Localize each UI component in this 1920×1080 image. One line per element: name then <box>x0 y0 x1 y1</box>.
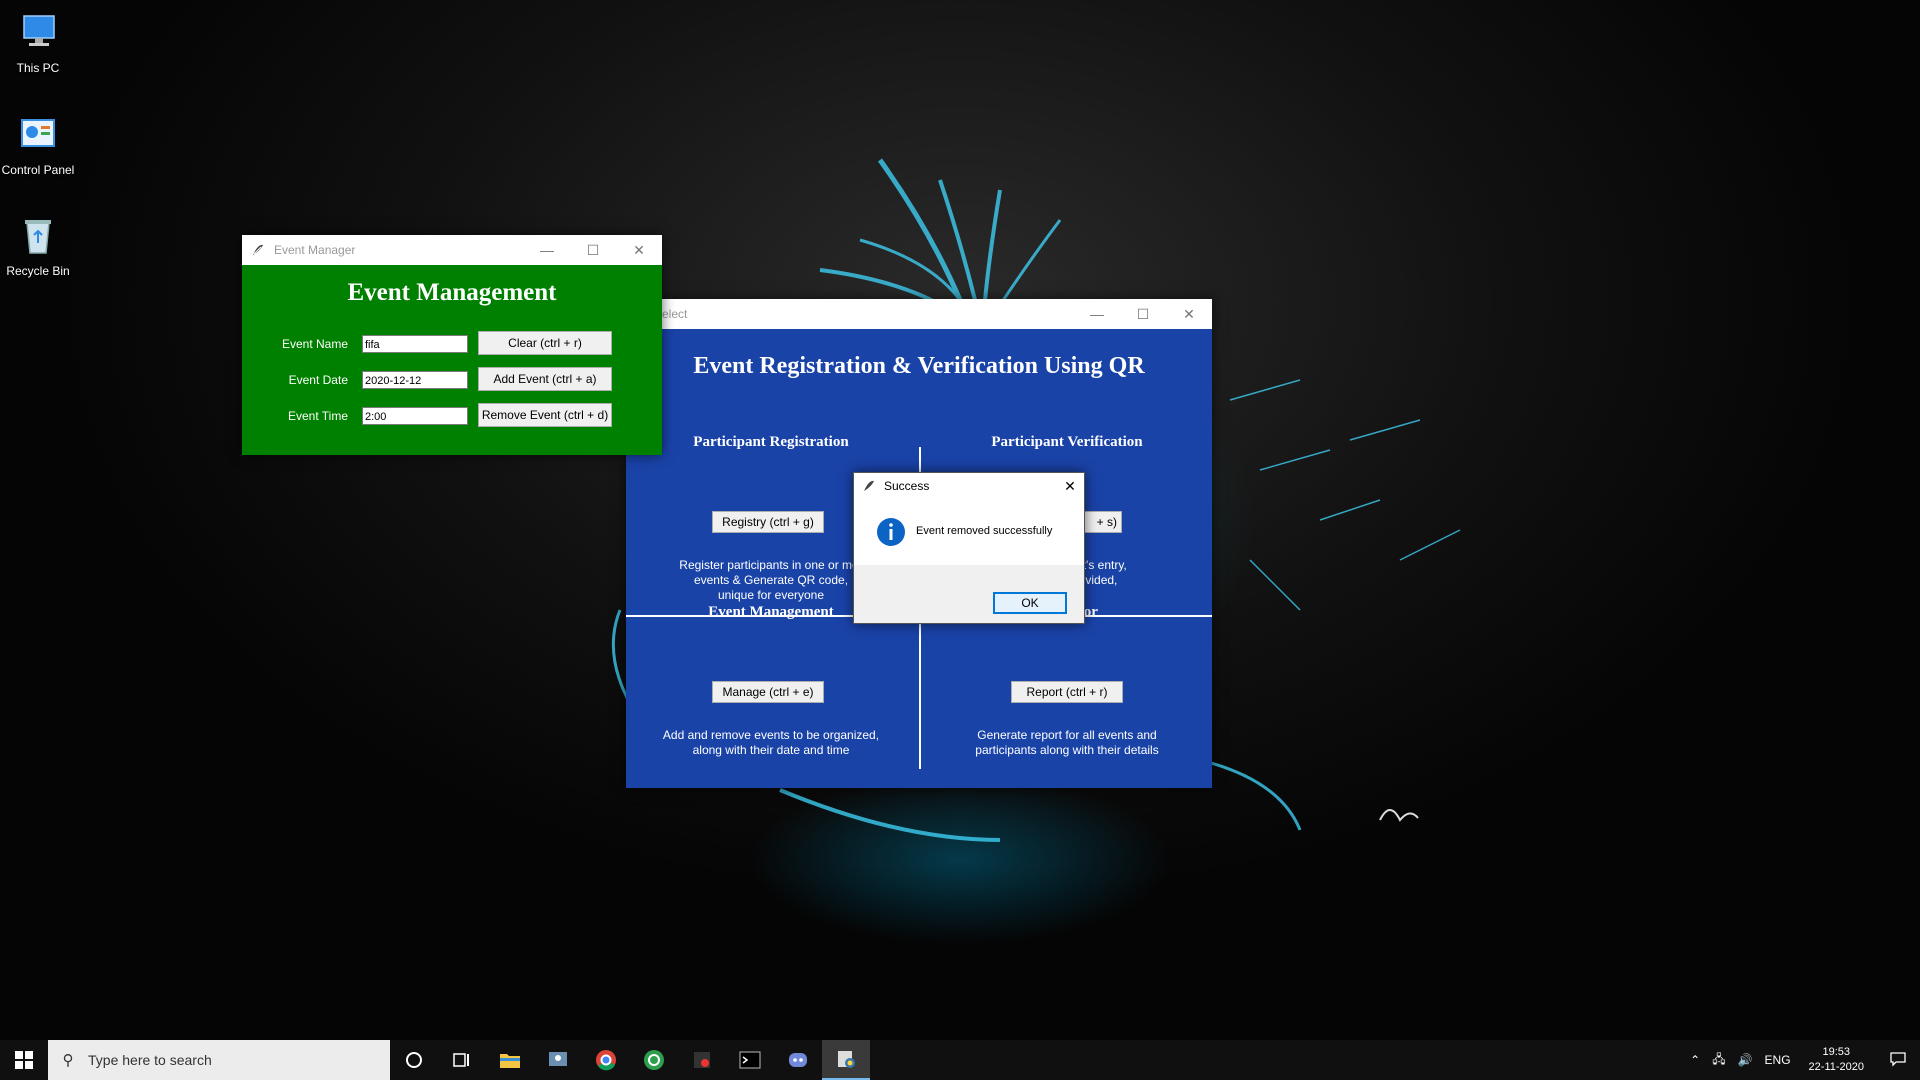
event-time-input[interactable]: 2:00 <box>362 407 468 425</box>
close-button[interactable]: ✕ <box>616 235 662 265</box>
minimize-button[interactable]: — <box>1074 299 1120 329</box>
desktop-icon-this-pc[interactable]: This PC <box>0 10 76 75</box>
clock[interactable]: 19:53 22-11-2020 <box>1797 1045 1876 1075</box>
select-window-titlebar[interactable]: elect — ☐ ✕ <box>626 299 1212 329</box>
discord-icon <box>789 1053 807 1067</box>
event-manager-body: Event Management Event Name fifa Clear (… <box>242 265 662 455</box>
verify-button[interactable]: + s) <box>1084 511 1122 533</box>
notification-icon[interactable] <box>1876 1051 1920 1070</box>
manage-button[interactable]: Manage (ctrl + e) <box>712 681 824 703</box>
event-manager-window: Event Manager — ☐ ✕ Event Management Eve… <box>242 235 662 455</box>
desc-line: along with their date and time <box>692 743 850 757</box>
volume-icon[interactable]: 🔊 <box>1732 1053 1759 1067</box>
clock-time: 19:53 <box>1822 1046 1851 1058</box>
close-button[interactable]: ✕ <box>1056 473 1084 499</box>
taskbar-chrome[interactable] <box>582 1040 630 1080</box>
media-app-icon <box>694 1052 710 1068</box>
dialog-message: Event removed successfully <box>916 525 1053 537</box>
taskbar-discord[interactable] <box>774 1040 822 1080</box>
success-dialog: Success ✕ Event removed successfully OK <box>853 472 1085 624</box>
taskbar-app-green[interactable] <box>630 1040 678 1080</box>
control-panel-icon <box>21 119 55 147</box>
desktop-icon-control-panel[interactable]: Control Panel <box>0 112 76 177</box>
page-title: Event Management <box>347 279 557 306</box>
taskbar-python-app[interactable] <box>822 1040 870 1080</box>
cortana-icon <box>406 1052 422 1068</box>
event-name-label: Event Name <box>281 337 348 351</box>
terminal-icon <box>739 1051 761 1069</box>
desktop-icon-recycle-bin[interactable]: Recycle Bin <box>0 213 76 278</box>
app-feather-icon <box>864 480 874 491</box>
dialog-titlebar[interactable]: Success ✕ <box>854 473 1084 499</box>
chevron-up-icon[interactable]: ⌃ <box>1684 1053 1706 1067</box>
start-button[interactable] <box>0 1040 48 1080</box>
minimize-button[interactable]: — <box>524 235 570 265</box>
network-icon[interactable]: 🖧 <box>1706 1050 1731 1071</box>
action-center-icon <box>1890 1051 1906 1067</box>
event-name-input[interactable]: fifa <box>362 335 468 353</box>
report-button[interactable]: Report (ctrl + r) <box>1011 681 1123 703</box>
clear-button[interactable]: Clear (ctrl + r) <box>478 331 612 355</box>
remove-event-button[interactable]: Remove Event (ctrl + d) <box>478 403 612 427</box>
green-app-icon <box>644 1050 664 1070</box>
desc-line: Generate report for all events and <box>977 728 1157 742</box>
event-date-label: Event Date <box>288 373 348 387</box>
desktop-icon-label: This PC <box>16 61 60 75</box>
taskbar-terminal[interactable] <box>726 1040 774 1080</box>
language-indicator[interactable]: ENG <box>1759 1053 1797 1067</box>
dialog-content: Event removed successfully <box>854 499 1084 565</box>
system-tray: ⌃ 🖧 🔊 ENG 19:53 22-11-2020 <box>1684 1040 1920 1080</box>
search-icon: ⚲ <box>62 1052 74 1069</box>
close-button[interactable]: ✕ <box>1166 299 1212 329</box>
computer-icon <box>23 15 55 46</box>
info-icon <box>877 518 905 546</box>
app-feather-icon <box>253 244 263 255</box>
taskbar-search-box[interactable]: ⚲ Type here to search <box>48 1040 390 1080</box>
task-view-button[interactable] <box>438 1040 486 1080</box>
task-view-icon <box>453 1053 469 1067</box>
ok-button[interactable]: OK <box>993 592 1067 614</box>
event-date-input[interactable]: 2020-12-12 <box>362 371 468 389</box>
registry-button[interactable]: Registry (ctrl + g) <box>712 511 824 533</box>
cortana-button[interactable] <box>390 1040 438 1080</box>
folder-icon <box>500 1054 520 1068</box>
window-title: elect <box>662 307 688 321</box>
search-placeholder: Type here to search <box>88 1052 212 1068</box>
python-app-icon <box>838 1051 855 1068</box>
desc-line: participants along with their details <box>975 743 1159 757</box>
taskbar-file-explorer[interactable] <box>486 1040 534 1080</box>
people-app-icon <box>549 1052 567 1066</box>
maximize-button[interactable]: ☐ <box>570 235 616 265</box>
chrome-icon <box>596 1050 616 1071</box>
registration-title: Participant Registration <box>693 434 849 450</box>
event-manager-titlebar[interactable]: Event Manager — ☐ ✕ <box>242 235 662 265</box>
recycle-bin-icon <box>25 220 51 254</box>
maximize-button[interactable]: ☐ <box>1120 299 1166 329</box>
taskbar: ⚲ Type here to search ⌃ 🖧 🔊 ENG 19:53 22… <box>0 1040 1920 1080</box>
windows-logo-icon <box>15 1051 33 1069</box>
report-description: Generate report for all events and parti… <box>922 728 1212 758</box>
desc-line: Add and remove events to be organized, <box>662 728 880 742</box>
add-event-button[interactable]: Add Event (ctrl + a) <box>478 367 612 391</box>
dialog-title: Success <box>884 479 930 493</box>
taskbar-app-people[interactable] <box>534 1040 582 1080</box>
clock-date: 22-11-2020 <box>1808 1061 1864 1073</box>
window-title: Event Manager <box>274 243 356 257</box>
taskbar-app-media[interactable] <box>678 1040 726 1080</box>
verification-title: Participant Verification <box>991 434 1143 450</box>
desktop-icon-label: Recycle Bin <box>6 264 70 278</box>
desktop-icon-label: Control Panel <box>1 163 75 177</box>
page-title: Event Registration & Verification Using … <box>693 353 1145 379</box>
management-description: Add and remove events to be organized, a… <box>626 728 916 758</box>
event-time-label: Event Time <box>287 409 348 423</box>
